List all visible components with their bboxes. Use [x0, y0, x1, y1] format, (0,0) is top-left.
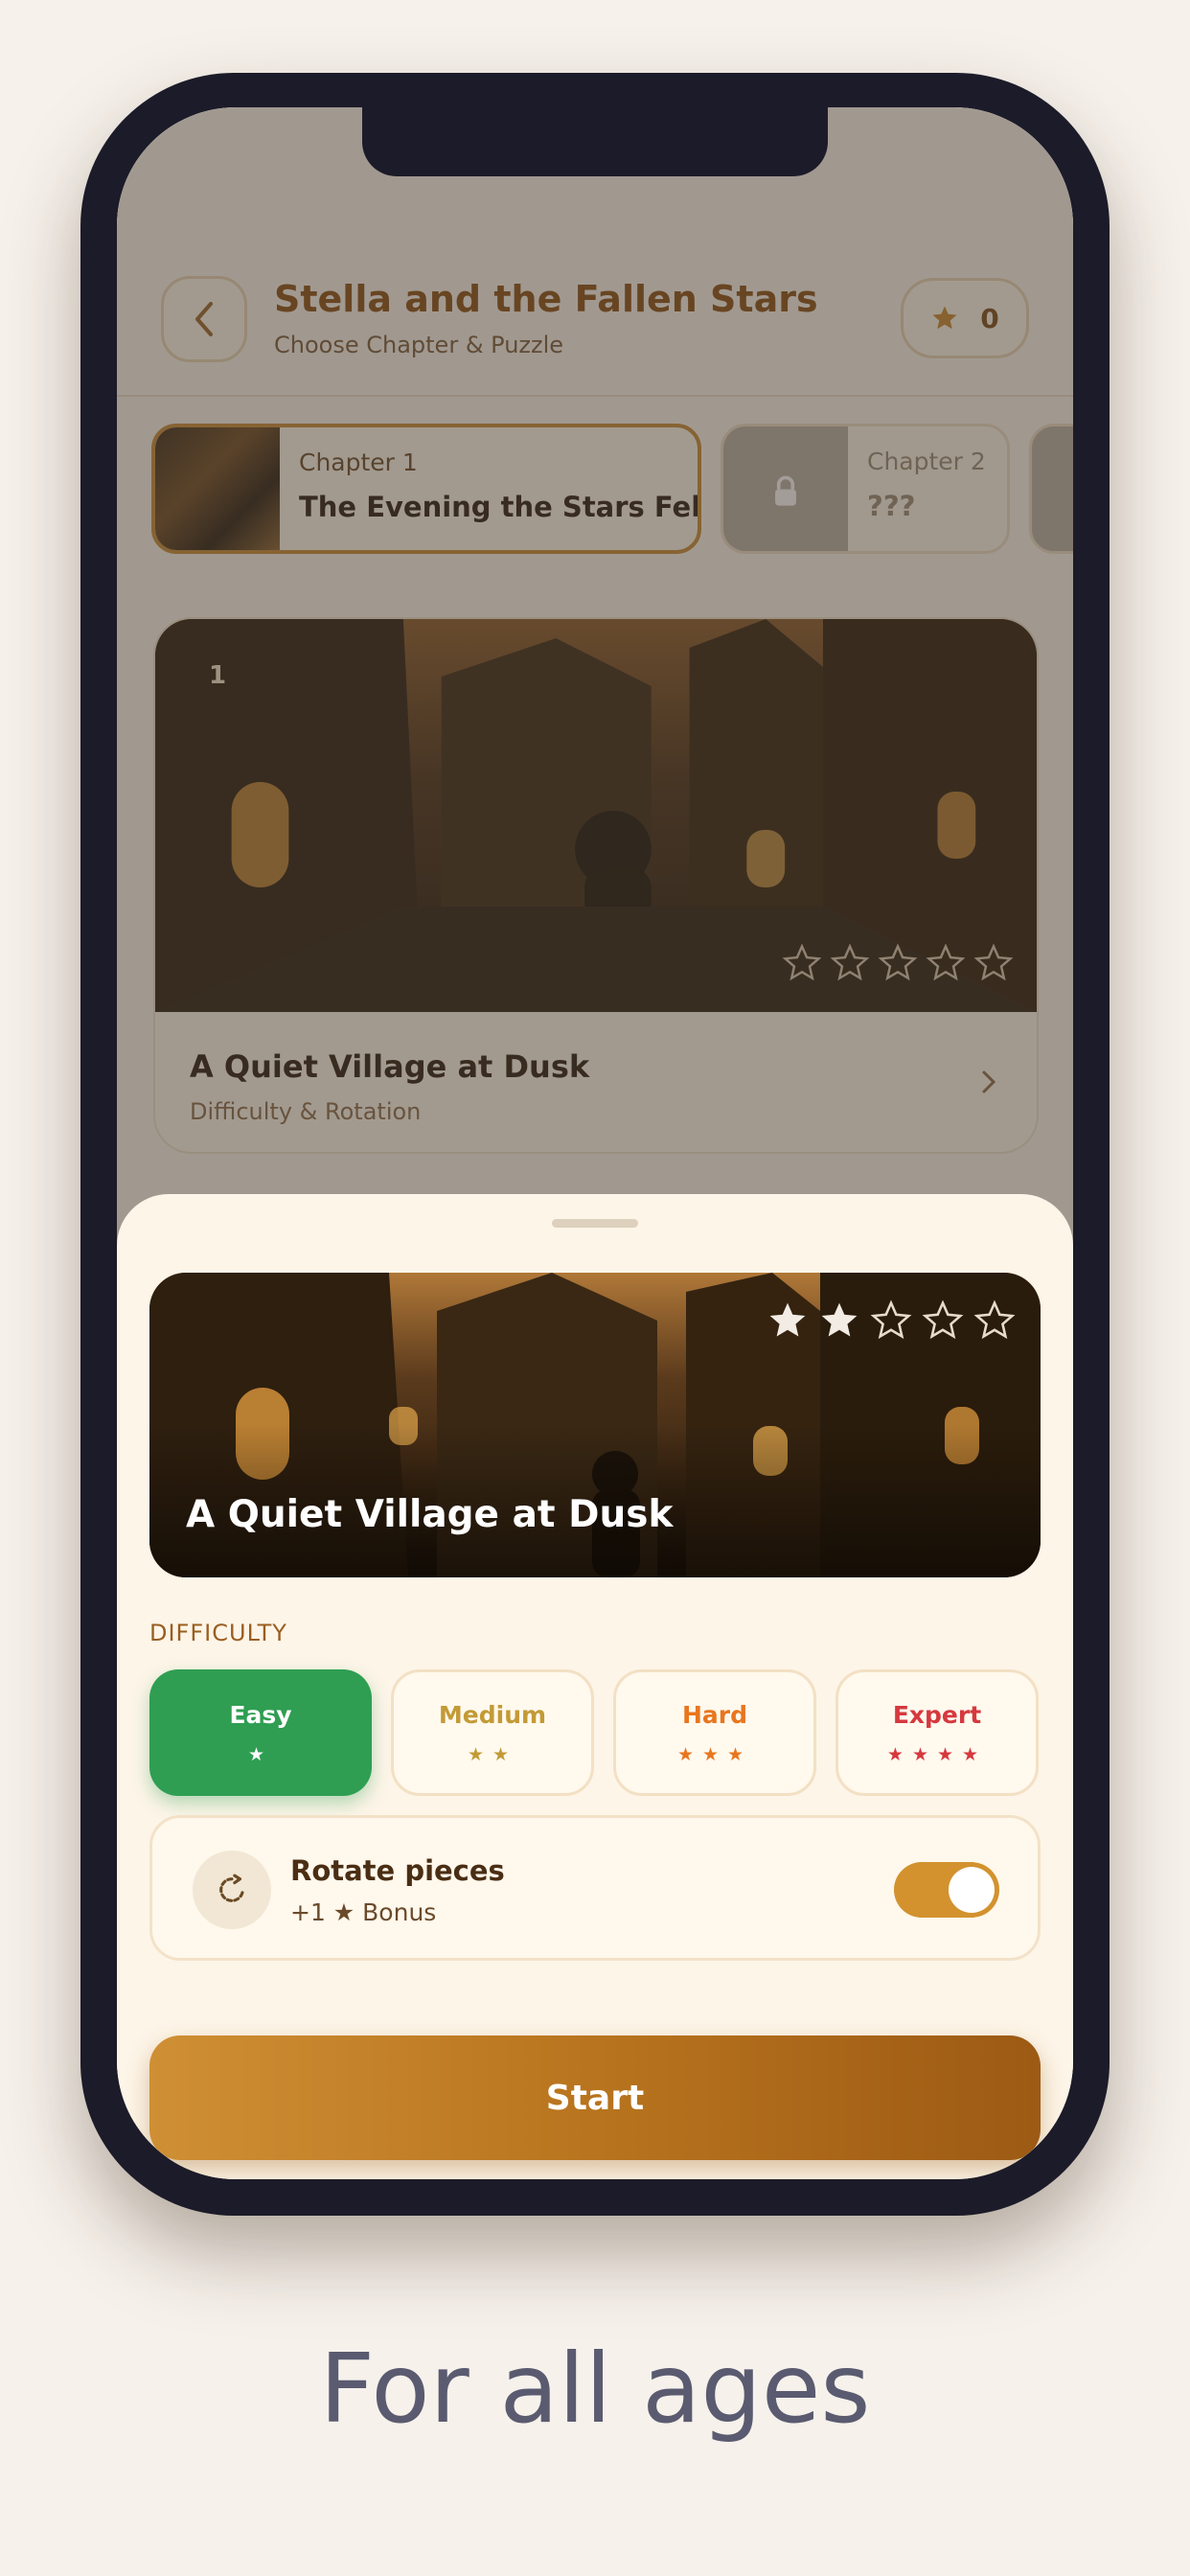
- star-filled-icon: [769, 1302, 806, 1337]
- star-outline-icon: [973, 1300, 1016, 1340]
- notch: [362, 107, 828, 176]
- difficulty-easy-button[interactable]: Easy ★: [149, 1669, 372, 1796]
- star-filled-icon: [821, 1302, 858, 1337]
- difficulty-medium-button[interactable]: Medium ★★: [391, 1669, 594, 1796]
- start-label: Start: [545, 2078, 645, 2118]
- sheet-drag-handle[interactable]: [552, 1219, 638, 1228]
- puzzle-bottom-sheet: A Quiet Village at Dusk DIFFICULTY Easy …: [117, 1194, 1073, 2179]
- preview-title: A Quiet Village at Dusk: [186, 1493, 674, 1536]
- rotate-pieces-row: Rotate pieces +1 ★ Bonus: [149, 1815, 1041, 1961]
- difficulty-label: Expert: [892, 1700, 982, 1729]
- difficulty-label: Easy: [229, 1700, 292, 1729]
- rotate-icon: [193, 1851, 271, 1929]
- phone-screen: Stella and the Fallen Stars Choose Chapt…: [117, 107, 1073, 2179]
- rotate-bonus: +1 ★ Bonus: [290, 1898, 437, 1926]
- difficulty-heading: DIFFICULTY: [149, 1620, 287, 1646]
- difficulty-label: Medium: [438, 1700, 547, 1729]
- difficulty-stars: ★★★★: [886, 1743, 988, 1765]
- difficulty-stars: ★★: [467, 1743, 518, 1765]
- rotate-toggle[interactable]: [894, 1862, 999, 1918]
- difficulty-expert-button[interactable]: Expert ★★★★: [835, 1669, 1039, 1796]
- marketing-tagline: For all ages: [319, 2333, 871, 2445]
- star-outline-icon: [922, 1300, 964, 1340]
- puzzle-preview: A Quiet Village at Dusk: [149, 1273, 1041, 1577]
- start-button[interactable]: Start: [149, 2036, 1041, 2160]
- difficulty-stars: ★: [247, 1743, 274, 1765]
- puzzle-rating: [767, 1300, 1016, 1342]
- rotate-title: Rotate pieces: [290, 1854, 505, 1887]
- difficulty-label: Hard: [681, 1700, 748, 1729]
- star-outline-icon: [870, 1300, 912, 1340]
- difficulty-stars: ★★★: [676, 1743, 753, 1765]
- difficulty-hard-button[interactable]: Hard ★★★: [613, 1669, 816, 1796]
- toggle-knob: [949, 1867, 995, 1913]
- phone-frame: Stella and the Fallen Stars Choose Chapt…: [80, 73, 1110, 2216]
